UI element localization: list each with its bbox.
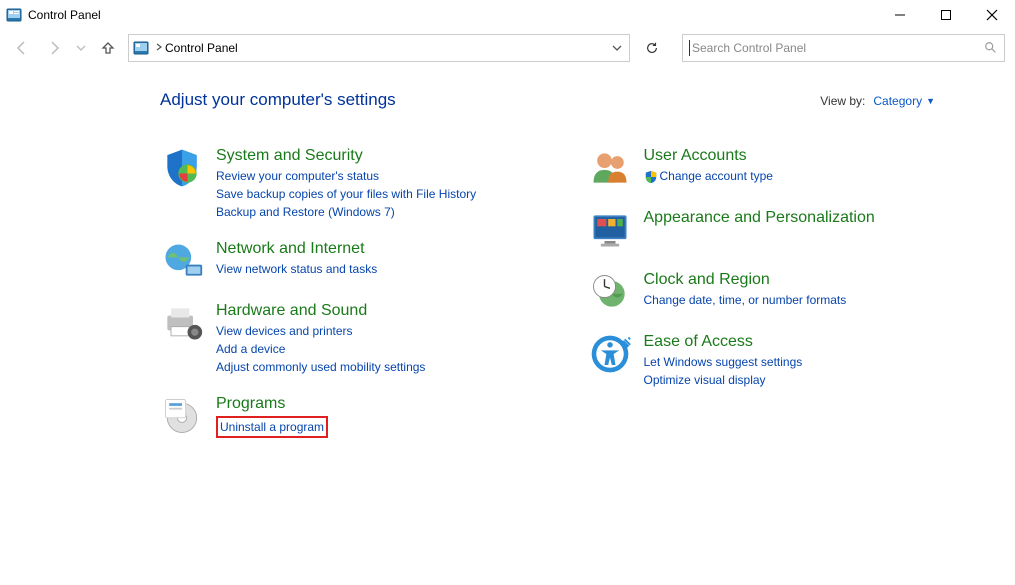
search-icon [984,41,998,55]
view-by-dropdown[interactable]: Category ▼ [873,94,935,108]
category-link[interactable]: Save backup copies of your files with Fi… [216,185,476,203]
disc-icon [160,394,204,438]
desktop-icon [588,208,632,252]
category-link[interactable]: Review your computer's status [216,167,476,185]
content-area: Adjust your computer's settings View by:… [0,66,1015,456]
category-network-and-internet: Network and Internet View network status… [160,239,548,283]
users-icon [588,146,632,190]
category-title[interactable]: Clock and Region [644,270,847,289]
category-system-and-security: System and Security Review your computer… [160,146,548,221]
title-bar: Control Panel [0,0,1015,30]
back-button[interactable] [10,36,34,60]
category-hardware-and-sound: Hardware and Sound View devices and prin… [160,301,548,376]
ease-of-access-icon [588,332,632,376]
category-user-accounts: User Accounts Change account type [588,146,976,190]
minimize-button[interactable] [877,0,923,30]
category-link-uninstall-a-program[interactable]: Uninstall a program [216,416,328,438]
text-cursor [689,40,690,56]
category-title[interactable]: Hardware and Sound [216,301,425,320]
globe-icon [160,239,204,283]
control-panel-icon [133,40,149,56]
page-title: Adjust your computer's settings [160,90,820,110]
clock-icon [588,270,632,314]
category-link[interactable]: Let Windows suggest settings [644,353,803,371]
categories-left-column: System and Security Review your computer… [160,146,548,456]
window-title: Control Panel [28,8,101,22]
view-by-control: View by: Category ▼ [820,94,935,108]
forward-button[interactable] [42,36,66,60]
category-link[interactable]: View devices and printers [216,322,425,340]
breadcrumb-current[interactable]: Control Panel [165,41,238,55]
category-title[interactable]: System and Security [216,146,476,165]
up-button[interactable] [96,36,120,60]
search-input[interactable]: Search Control Panel [682,34,1005,62]
control-panel-icon [6,7,22,23]
maximize-button[interactable] [923,0,969,30]
refresh-button[interactable] [638,34,666,62]
category-title[interactable]: Ease of Access [644,332,803,351]
category-ease-of-access: Ease of Access Let Windows suggest setti… [588,332,976,389]
chevron-down-icon: ▼ [926,96,935,106]
category-link[interactable]: View network status and tasks [216,260,377,278]
category-programs: Programs Uninstall a program [160,394,548,438]
category-link[interactable]: Backup and Restore (Windows 7) [216,203,476,221]
category-link[interactable]: Add a device [216,340,425,358]
category-link[interactable]: Optimize visual display [644,371,803,389]
close-button[interactable] [969,0,1015,30]
category-link[interactable]: Change date, time, or number formats [644,291,847,309]
shield-icon [160,146,204,190]
address-bar[interactable]: Control Panel [128,34,630,62]
address-history-button[interactable] [609,43,625,53]
category-link[interactable]: Change account type [644,167,773,185]
navigation-toolbar: Control Panel Search Control Panel [0,30,1015,66]
printer-icon [160,301,204,345]
recent-locations-button[interactable] [74,36,88,60]
categories-right-column: User Accounts Change account type Appear… [588,146,976,456]
category-title[interactable]: Network and Internet [216,239,377,258]
breadcrumb-separator-icon[interactable] [155,43,163,54]
category-title[interactable]: Programs [216,394,328,413]
category-title[interactable]: User Accounts [644,146,773,165]
view-by-label: View by: [820,94,865,108]
category-clock-and-region: Clock and Region Change date, time, or n… [588,270,976,314]
category-appearance-and-personalization: Appearance and Personalization [588,208,976,252]
category-title[interactable]: Appearance and Personalization [644,208,875,227]
uac-shield-icon [644,170,658,184]
search-placeholder: Search Control Panel [692,41,984,55]
category-link[interactable]: Adjust commonly used mobility settings [216,358,425,376]
